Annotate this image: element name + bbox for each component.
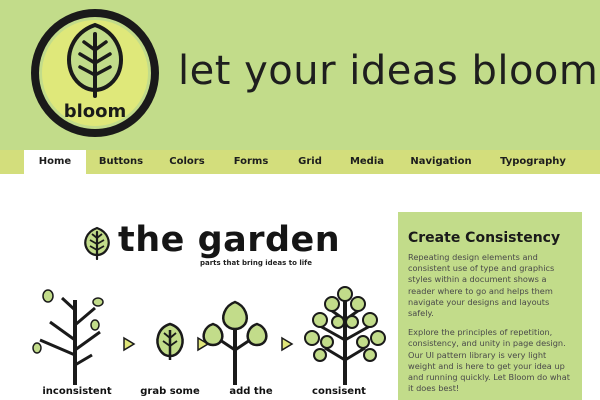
panel-paragraph: Repeating design elements and consistent… [408,252,555,319]
tree-icon [202,300,268,385]
site-tagline: let your ideas bloom [178,48,599,94]
panel-paragraph: Explore the principles of repetition, co… [408,327,570,394]
nav-item-grid[interactable]: Grid [288,150,332,174]
nav-item-media[interactable]: Media [342,150,392,174]
tree-icon [32,289,104,385]
step-label: grab some [140,386,200,397]
leaf-icon [84,226,110,260]
nav-item-buttons[interactable]: Buttons [92,150,150,174]
panel-title: Create Consistency [408,230,561,246]
logo-text: bloom [64,101,127,122]
step-label: consisent [312,386,366,397]
arrow-right-icon [281,336,294,352]
consistency-panel: Create Consistency Repeating design elem… [398,212,582,400]
nav-item-navigation[interactable]: Navigation [405,150,477,174]
nav-item-colors[interactable]: Colors [160,150,214,174]
tree-icon [304,286,386,385]
tree-illustration: inconsistent grab some add the consisent [20,280,390,400]
leaf-icon [156,322,184,360]
garden-title: the garden [118,220,341,260]
step-label: add the [229,386,273,397]
nav-item-typography[interactable]: Typography [492,150,574,174]
site-header: bloom let your ideas bloom [0,0,600,150]
nav-item-forms[interactable]: Forms [225,150,277,174]
nav-item-home[interactable]: Home [24,150,86,174]
step-label: inconsistent [42,386,112,397]
garden-heading: the garden parts that bring ideas to lif… [80,220,340,272]
arrow-right-icon [123,336,136,352]
main-nav: Home Buttons Colors Forms Grid Media Nav… [0,150,600,174]
bloom-logo-icon[interactable]: bloom [30,8,160,138]
garden-subtitle: parts that bring ideas to life [200,259,312,267]
